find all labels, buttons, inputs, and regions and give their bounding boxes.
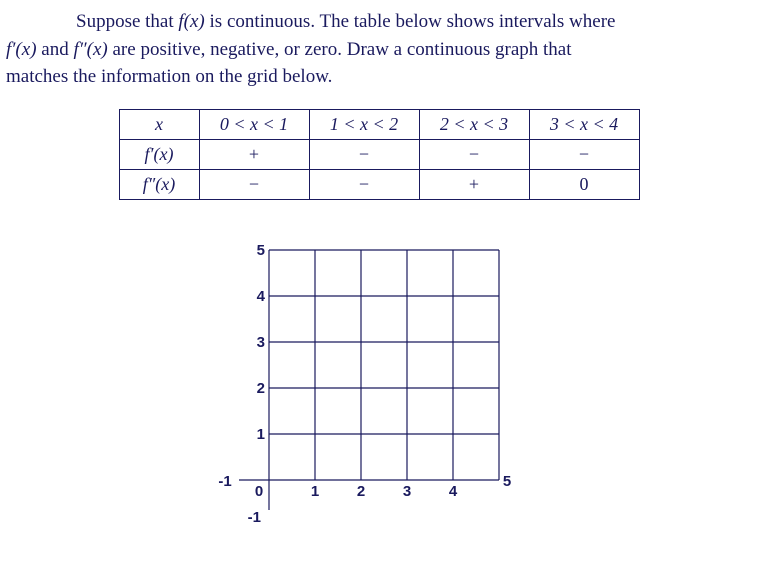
table-row: f′(x) + − − − xyxy=(119,139,639,169)
y-tick-label: 3 xyxy=(257,334,265,351)
row-label-fpp: f″(x) xyxy=(143,174,175,194)
coordinate-grid: -1 0 1 2 3 4 5 -1 1 2 3 4 5 xyxy=(209,230,549,530)
f-of-x: f(x) xyxy=(178,11,204,32)
derivative-sign-table: x 0 < x < 1 1 < x < 2 2 < x < 3 3 < x < … xyxy=(119,109,640,200)
derivative-table-wrap: x 0 < x < 1 1 < x < 2 2 < x < 3 3 < x < … xyxy=(6,109,752,200)
sign-cell: 0 xyxy=(529,169,639,199)
x-tick-label: 3 xyxy=(403,483,411,500)
y-tick-label: 5 xyxy=(257,242,265,259)
x-tick-label: 0 xyxy=(255,483,263,500)
text-part: and xyxy=(37,39,74,60)
text-part: is continuous. The table below shows int… xyxy=(205,11,616,32)
x-tick-label: 5 xyxy=(503,473,511,490)
interval-header: 1 < x < 2 xyxy=(309,109,419,139)
sign-cell: − xyxy=(419,139,529,169)
row-label-fprime: f′(x) xyxy=(145,144,174,164)
y-tick-label: 2 xyxy=(257,380,265,397)
x-tick-label: 1 xyxy=(311,483,319,500)
table-row: x 0 < x < 1 1 < x < 2 2 < x < 3 3 < x < … xyxy=(119,109,639,139)
text-part: are positive, negative, or zero. Draw a … xyxy=(108,39,572,60)
f-prime-of-x: f′(x) xyxy=(6,39,37,60)
sign-cell: − xyxy=(309,169,419,199)
interval-header: 0 < x < 1 xyxy=(199,109,309,139)
y-tick-label: 1 xyxy=(257,426,265,443)
text-part: matches the information on the grid belo… xyxy=(6,66,332,87)
interval-header: 3 < x < 4 xyxy=(529,109,639,139)
y-tick-label: -1 xyxy=(248,509,261,526)
table-row: f″(x) − − + 0 xyxy=(119,169,639,199)
interval-header: 2 < x < 3 xyxy=(419,109,529,139)
sign-cell: + xyxy=(199,139,309,169)
header-x: x xyxy=(155,114,163,134)
y-tick-label: 4 xyxy=(257,288,266,305)
x-tick-label: 2 xyxy=(357,483,365,500)
graph-grid-wrap: -1 0 1 2 3 4 5 -1 1 2 3 4 5 xyxy=(6,230,752,530)
problem-statement: Suppose that f(x) is continuous. The tab… xyxy=(6,8,752,91)
x-tick-label: 4 xyxy=(449,483,458,500)
sign-cell: + xyxy=(419,169,529,199)
f-double-prime-of-x: f″(x) xyxy=(73,39,107,60)
sign-cell: − xyxy=(309,139,419,169)
text-part: Suppose that xyxy=(76,11,178,32)
sign-cell: − xyxy=(199,169,309,199)
x-tick-label: -1 xyxy=(218,473,231,490)
sign-cell: − xyxy=(529,139,639,169)
